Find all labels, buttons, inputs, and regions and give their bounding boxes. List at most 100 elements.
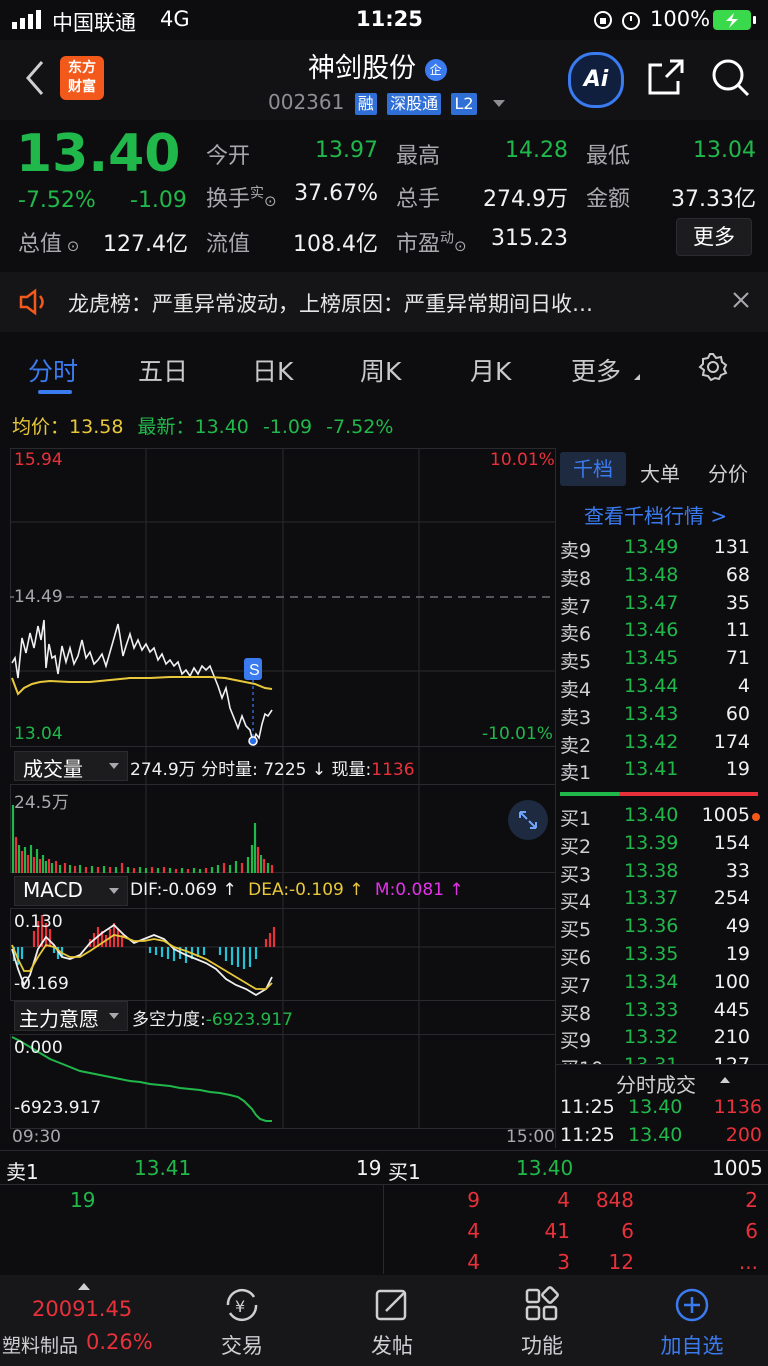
settings-gear-icon[interactable] xyxy=(698,352,728,386)
order-row[interactable]: 卖2 13.42 174 xyxy=(556,729,768,757)
eastmoney-logo[interactable]: 东方 财富 xyxy=(60,56,104,100)
nav-add-watchlist[interactable]: 加自选 xyxy=(642,1285,742,1360)
side-tab-large-orders[interactable]: 大单 xyxy=(640,458,680,487)
ticks-header[interactable]: 分时成交 xyxy=(556,1064,768,1097)
nav-add-watchlist-label: 加自选 xyxy=(660,1334,724,1358)
tab-five-day[interactable]: 五日 xyxy=(138,352,188,388)
force-label: 多空力度: xyxy=(132,1010,206,1030)
now-volume-label: 现量: xyxy=(331,760,372,780)
order-row[interactable]: 卖3 13.43 60 xyxy=(556,701,768,729)
turnover-label[interactable]: 换手实⊙ xyxy=(206,181,277,213)
y-top-pct: 10.01% xyxy=(490,450,555,470)
macd-selector[interactable]: MACD xyxy=(14,876,128,906)
level1-book: 卖1 13.41 19 买1 13.40 1005 19 9 4 848 2 4 41 6 6… xyxy=(0,1150,768,1274)
order-price: 13.44 xyxy=(624,675,679,697)
nav-trade[interactable]: ¥ 交易 xyxy=(192,1285,292,1360)
search-icon[interactable] xyxy=(710,57,752,103)
order-row[interactable]: 买4 13.37 254 xyxy=(556,885,768,913)
order-row[interactable]: 买2 13.39 154 xyxy=(556,830,768,858)
stock-title[interactable]: 神剑股份 企 xyxy=(308,46,447,85)
notice-bar[interactable]: 龙虎榜：严重异常波动，上榜原因：严重异常期间日收… xyxy=(0,272,768,332)
order-row[interactable]: 卖5 13.45 71 xyxy=(556,645,768,673)
volume-selector[interactable]: 成交量 xyxy=(14,751,128,781)
share-icon[interactable] xyxy=(646,57,686,101)
last-change: -1.09 xyxy=(262,416,313,438)
force-y-bottom: -6923.917 xyxy=(14,1098,102,1118)
pe-value: 315.23 xyxy=(491,226,568,251)
nav-functions[interactable]: 功能 xyxy=(492,1285,592,1360)
dropdown-icon xyxy=(109,763,119,769)
close-icon[interactable] xyxy=(731,290,751,314)
trade-icon: ¥ xyxy=(226,1288,258,1322)
ai-button[interactable]: Ai xyxy=(568,52,624,108)
side-tab-depth[interactable]: 千档 xyxy=(560,452,626,486)
index-chevron-icon[interactable] xyxy=(78,1283,90,1290)
order-row[interactable]: 卖8 13.48 68 xyxy=(556,562,768,590)
tab-intraday[interactable]: 分时 xyxy=(28,352,78,388)
view-depth-link[interactable]: 查看千档行情 > xyxy=(584,500,727,529)
side-tab-price-dist[interactable]: 分价 xyxy=(708,458,748,487)
expand-chart-button[interactable] xyxy=(508,800,548,840)
macd-dif: DIF:-0.069 ↑ xyxy=(130,880,237,900)
buy-queue-item: 4 xyxy=(557,1188,570,1212)
order-row[interactable]: 买7 13.34 100 xyxy=(556,969,768,997)
volume-total: 274.9万 xyxy=(130,760,196,780)
volume-selector-label: 成交量 xyxy=(23,757,83,781)
order-row[interactable]: 买8 13.33 445 xyxy=(556,997,768,1025)
order-volume: 4 xyxy=(737,675,750,697)
book-buy-price: 13.40 xyxy=(516,1156,574,1180)
network-type: 4G xyxy=(160,7,190,31)
tab-daily-k[interactable]: 日K xyxy=(252,352,293,388)
force-value: -6923.917 xyxy=(205,1010,293,1030)
order-row[interactable]: 买6 13.35 19 xyxy=(556,941,768,969)
last-value: 13.40 xyxy=(194,416,249,438)
order-label: 买9 xyxy=(560,1030,592,1053)
order-label: 卖7 xyxy=(560,595,592,618)
order-price: 13.34 xyxy=(624,970,679,993)
tab-monthly-k[interactable]: 月K xyxy=(470,352,511,388)
info-icon: ⊙ xyxy=(264,192,277,210)
stock-code-row[interactable]: 002361 融 深股通 L2 xyxy=(268,90,505,115)
order-row[interactable]: 卖1 13.41 19 xyxy=(556,756,768,784)
index-pct: 0.26% xyxy=(86,1330,153,1354)
add-circle-icon xyxy=(675,1288,709,1322)
buy-queue-item: 4 xyxy=(467,1219,480,1243)
index-value[interactable]: 20091.45 xyxy=(32,1297,132,1321)
order-label: 卖1 xyxy=(560,762,592,785)
order-row[interactable]: 卖9 13.49 131 xyxy=(556,534,768,562)
order-row[interactable]: 买3 13.38 33 xyxy=(556,858,768,886)
tab-more[interactable]: 更多 xyxy=(571,352,621,388)
order-row[interactable]: 卖6 13.46 11 xyxy=(556,617,768,645)
order-row[interactable]: 买5 13.36 49 xyxy=(556,913,768,941)
pe-label[interactable]: 市盈动⊙ xyxy=(396,226,467,258)
amount-value: 37.33亿 xyxy=(671,187,756,212)
book-buy-vol: 1005 xyxy=(712,1156,763,1180)
mktcap-value: 127.4亿 xyxy=(103,232,188,257)
order-row[interactable]: 买1 13.40 1005 xyxy=(556,802,768,830)
more-button[interactable]: 更多 xyxy=(676,218,752,256)
mktcap-label-text: 总值 xyxy=(18,232,63,257)
order-label: 卖5 xyxy=(560,651,592,674)
dropdown-icon xyxy=(109,1013,119,1019)
mktcap-label[interactable]: 总值 ⊙ xyxy=(18,226,79,258)
turnover-sup: 实 xyxy=(250,185,265,202)
order-label: 卖3 xyxy=(560,706,592,729)
avg-price-line xyxy=(11,676,273,696)
turnover-label-text: 换手 xyxy=(206,187,251,212)
force-selector[interactable]: 主力意愿 xyxy=(14,1001,128,1031)
back-icon[interactable] xyxy=(22,58,48,102)
turnover-value: 37.67% xyxy=(294,181,378,206)
order-row[interactable]: 买9 13.32 210 xyxy=(556,1024,768,1052)
tab-weekly-k[interactable]: 周K xyxy=(360,352,401,388)
high-label: 最高 xyxy=(396,144,441,169)
float-value: 108.4亿 xyxy=(293,232,378,257)
macd-y-top: 0.130 xyxy=(14,912,63,932)
stock-code: 002361 xyxy=(268,90,345,114)
order-row[interactable]: 卖4 13.44 4 xyxy=(556,673,768,701)
last-trade-dot xyxy=(248,736,258,746)
nav-post[interactable]: 发帖 xyxy=(342,1285,442,1360)
open-value: 13.97 xyxy=(315,138,378,163)
order-row[interactable]: 卖7 13.47 35 xyxy=(556,590,768,618)
order-label: 卖9 xyxy=(560,540,592,562)
logo-text-2: 财富 xyxy=(68,79,96,95)
